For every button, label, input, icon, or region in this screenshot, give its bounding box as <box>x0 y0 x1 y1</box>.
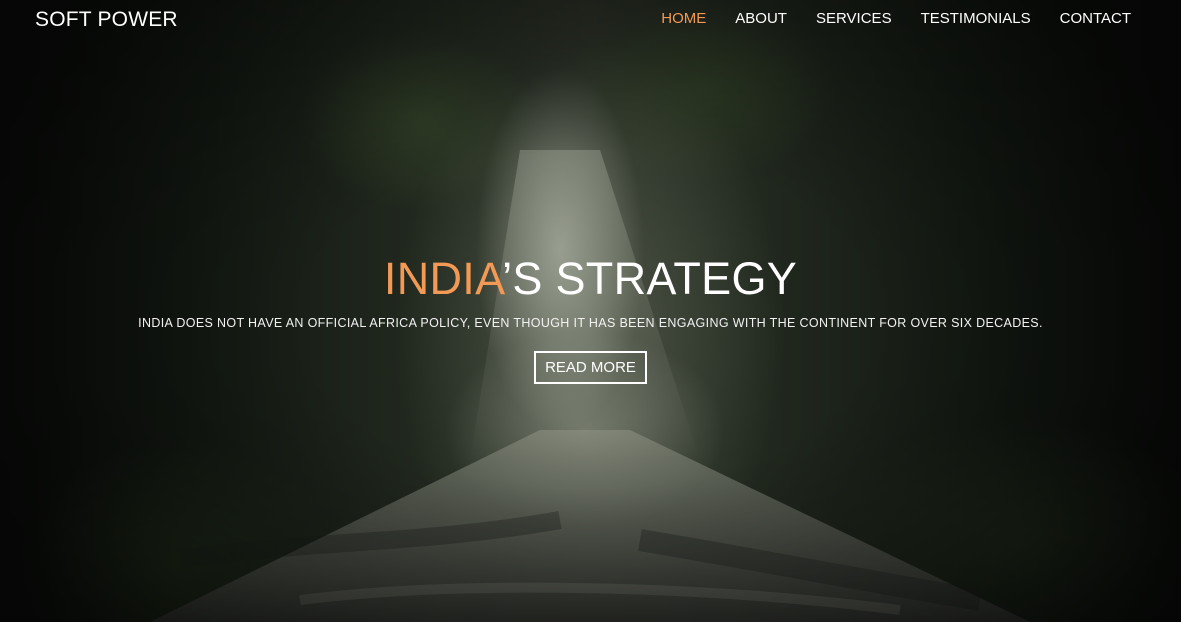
headline-accent: INDIA <box>383 253 503 304</box>
nav-item-testimonials[interactable]: TESTIMONIALS <box>921 10 1031 27</box>
nav-item-services[interactable]: SERVICES <box>816 10 892 27</box>
hero-tagline: INDIA DOES NOT HAVE AN OFFICIAL AFRICA P… <box>138 316 1043 330</box>
hero-content: INDIA’S STRATEGY INDIA DOES NOT HAVE AN … <box>0 250 1181 384</box>
nav-item-about[interactable]: ABOUT <box>735 10 787 27</box>
nav-item-contact[interactable]: CONTACT <box>1060 10 1131 27</box>
hero-section: SOFT POWER HOME ABOUT SERVICES TESTIMONI… <box>0 0 1181 622</box>
nav-item-home[interactable]: HOME <box>661 10 706 27</box>
nav-menu: HOME ABOUT SERVICES TESTIMONIALS CONTACT <box>661 10 1131 27</box>
read-more-button[interactable]: READ MORE <box>534 351 647 384</box>
top-navigation: SOFT POWER HOME ABOUT SERVICES TESTIMONI… <box>0 0 1181 40</box>
site-logo[interactable]: SOFT POWER <box>35 8 178 32</box>
headline-rest: ’S STRATEGY <box>502 253 798 304</box>
hero-headline: INDIA’S STRATEGY <box>0 250 1181 308</box>
